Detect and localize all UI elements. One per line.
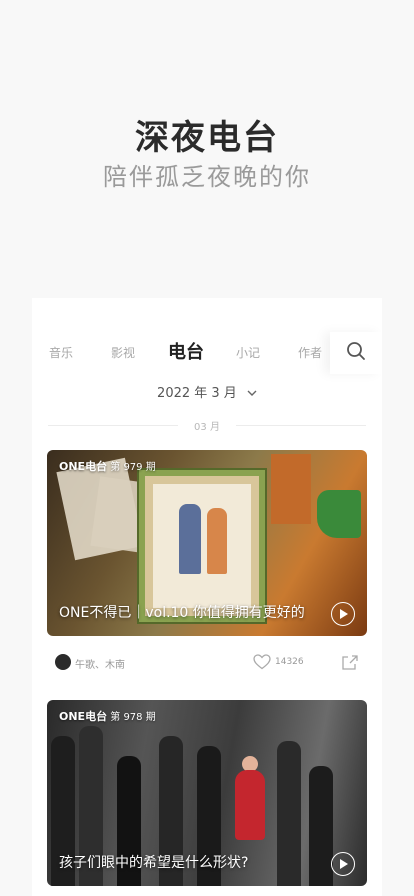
issue-label: ONE电台 第 978 期 (59, 710, 156, 723)
heart-icon[interactable] (253, 654, 271, 674)
radio-card[interactable]: ONE电台 第 979 期 ONE不得已｜vol.10 你值得拥有更好的 (47, 450, 367, 636)
card-title: ONE不得已｜vol.10 你值得拥有更好的 (59, 605, 305, 621)
content-panel: 音乐 影视 电台 小记 作者 2022 年 3 月 03 月 ONE电台 第 9… (32, 298, 382, 896)
search-icon (346, 341, 366, 365)
card-meta: 午歌、木南 14326 (47, 650, 367, 674)
month-divider: 03 月 (48, 418, 366, 433)
tab-music[interactable]: 音乐 (49, 344, 73, 361)
page-title: 深夜电台 (135, 118, 279, 158)
brand-logo: ONE电台 (59, 460, 108, 473)
hero-section: 深夜电台 陪伴孤乏夜晚的你 (0, 0, 414, 300)
category-tabs: 音乐 影视 电台 小记 作者 (32, 332, 382, 374)
share-icon[interactable] (341, 653, 359, 675)
play-icon (340, 859, 348, 869)
search-button[interactable] (330, 332, 382, 374)
cover-image (235, 770, 265, 840)
issue-label: ONE电台 第 979 期 (59, 460, 156, 473)
cover-image (139, 470, 265, 622)
tab-film[interactable]: 影视 (111, 344, 135, 361)
play-button[interactable] (331, 602, 355, 626)
brand-logo: ONE电台 (59, 710, 108, 723)
tab-radio[interactable]: 电台 (168, 338, 204, 364)
date-picker[interactable]: 2022 年 3 月 (32, 382, 382, 401)
cover-decoration (317, 490, 361, 538)
author-names: 午歌、木南 (75, 660, 125, 671)
radio-card[interactable]: ONE电台 第 978 期 孩子们眼中的希望是什么形状? (47, 700, 367, 886)
avatar[interactable] (55, 654, 71, 670)
play-icon (340, 609, 348, 619)
card-title: 孩子们眼中的希望是什么形状? (59, 855, 249, 871)
chevron-down-icon (247, 386, 257, 401)
tab-notes[interactable]: 小记 (236, 344, 260, 361)
like-count: 14326 (275, 657, 304, 667)
tab-authors[interactable]: 作者 (298, 344, 322, 361)
play-button[interactable] (331, 852, 355, 876)
date-label: 2022 年 3 月 (157, 386, 237, 401)
cover-decoration (271, 454, 311, 524)
page-subtitle: 陪伴孤乏夜晚的你 (103, 163, 311, 191)
